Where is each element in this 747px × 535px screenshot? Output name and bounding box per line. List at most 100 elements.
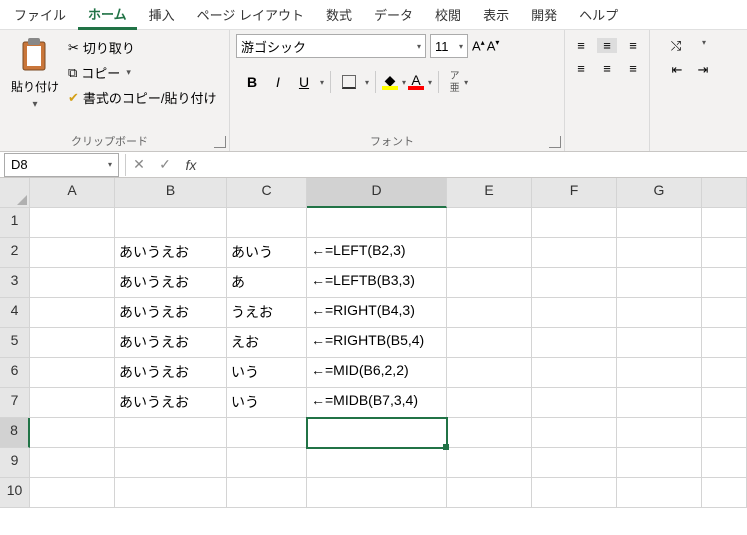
cell-F1[interactable] (532, 208, 617, 238)
cell-B3[interactable]: あいうえお (115, 268, 227, 298)
decrease-indent-icon[interactable]: ⇤ (667, 62, 687, 78)
row-header-1[interactable]: 1 (0, 208, 30, 238)
cell-F4[interactable] (532, 298, 617, 328)
cell-H5[interactable] (702, 328, 747, 358)
cell-C3[interactable]: あ (227, 268, 307, 298)
row-header-4[interactable]: 4 (0, 298, 30, 328)
clipboard-launcher-icon[interactable] (214, 136, 226, 148)
cell-G3[interactable] (617, 268, 702, 298)
orientation-icon[interactable]: ⤭ (666, 38, 686, 54)
cell-A2[interactable] (30, 238, 115, 268)
fx-button[interactable]: fx (178, 157, 204, 173)
cell-E7[interactable] (447, 388, 532, 418)
menu-view[interactable]: 表示 (473, 1, 519, 28)
cell-E1[interactable] (447, 208, 532, 238)
cell-C5[interactable]: えお (227, 328, 307, 358)
cell-C7[interactable]: いう (227, 388, 307, 418)
row-header-8[interactable]: 8 (0, 418, 30, 448)
cell-C9[interactable] (227, 448, 307, 478)
cell-A1[interactable] (30, 208, 115, 238)
cell-C4[interactable]: うえお (227, 298, 307, 328)
enter-formula-button[interactable]: ✓ (152, 156, 178, 173)
name-box-dropdown-icon[interactable]: ▾ (108, 160, 112, 169)
align-left-icon[interactable]: ≡ (571, 61, 591, 76)
cell-A5[interactable] (30, 328, 115, 358)
font-name-dropdown-icon[interactable]: ▾ (417, 42, 421, 51)
cell-H6[interactable] (702, 358, 747, 388)
cell-C8[interactable] (227, 418, 307, 448)
cell-E3[interactable] (447, 268, 532, 298)
formula-input[interactable] (204, 154, 747, 176)
increase-font-icon[interactable]: A▴ (472, 38, 485, 53)
cell-G9[interactable] (617, 448, 702, 478)
cell-D1[interactable] (307, 208, 447, 238)
cell-A7[interactable] (30, 388, 115, 418)
cell-G6[interactable] (617, 358, 702, 388)
cell-G4[interactable] (617, 298, 702, 328)
format-painter-button[interactable]: ✔ 書式のコピー/貼り付け (68, 88, 217, 107)
name-box[interactable]: D8 ▾ (4, 153, 119, 177)
cell-B8[interactable] (115, 418, 227, 448)
font-color-button[interactable]: A (408, 74, 424, 90)
cell-A9[interactable] (30, 448, 115, 478)
col-header-C[interactable]: C (227, 178, 307, 208)
cell-D6[interactable]: ←=MID(B6,2,2) (307, 358, 447, 388)
menu-help[interactable]: ヘルプ (569, 1, 628, 28)
cell-B4[interactable]: あいうえお (115, 298, 227, 328)
col-header-E[interactable]: E (447, 178, 532, 208)
cell-A3[interactable] (30, 268, 115, 298)
cell-B2[interactable]: あいうえお (115, 238, 227, 268)
cut-button[interactable]: ✂ 切り取り (68, 38, 217, 57)
menu-developer[interactable]: 開発 (521, 1, 567, 28)
cell-G5[interactable] (617, 328, 702, 358)
cell-D7[interactable]: ←=MIDB(B7,3,4) (307, 388, 447, 418)
font-color-dropdown-icon[interactable]: ▾ (428, 78, 432, 87)
cell-G10[interactable] (617, 478, 702, 508)
cell-E4[interactable] (447, 298, 532, 328)
cell-B5[interactable]: あいうえお (115, 328, 227, 358)
cell-B10[interactable] (115, 478, 227, 508)
align-center-icon[interactable]: ≡ (597, 61, 617, 76)
underline-dropdown-icon[interactable]: ▾ (320, 78, 324, 87)
menu-file[interactable]: ファイル (4, 1, 76, 28)
cell-H10[interactable] (702, 478, 747, 508)
cell-A6[interactable] (30, 358, 115, 388)
col-header-F[interactable]: F (532, 178, 617, 208)
cell-C1[interactable] (227, 208, 307, 238)
cell-B1[interactable] (115, 208, 227, 238)
cell-G8[interactable] (617, 418, 702, 448)
copy-button[interactable]: ⧉ コピー ▾ (68, 63, 217, 82)
increase-indent-icon[interactable]: ⇥ (693, 62, 713, 78)
cell-C2[interactable]: あいう (227, 238, 307, 268)
menu-insert[interactable]: 挿入 (139, 1, 185, 28)
paste-dropdown-icon[interactable]: ▾ (32, 99, 37, 110)
decrease-font-icon[interactable]: A▾ (487, 38, 500, 53)
spreadsheet-grid[interactable]: A B C D E F G 1 2 あいうえお あいう ←=LEFT(B2,3)… (0, 178, 747, 508)
cell-F8[interactable] (532, 418, 617, 448)
cell-H4[interactable] (702, 298, 747, 328)
cell-H9[interactable] (702, 448, 747, 478)
menu-data[interactable]: データ (364, 1, 423, 28)
row-header-6[interactable]: 6 (0, 358, 30, 388)
row-header-10[interactable]: 10 (0, 478, 30, 508)
italic-button[interactable]: I (266, 70, 290, 94)
cell-C6[interactable]: いう (227, 358, 307, 388)
cell-H7[interactable] (702, 388, 747, 418)
cell-G1[interactable] (617, 208, 702, 238)
cell-E9[interactable] (447, 448, 532, 478)
menu-page-layout[interactable]: ページ レイアウト (187, 1, 314, 28)
font-launcher-icon[interactable] (549, 136, 561, 148)
cell-D2[interactable]: ←=LEFT(B2,3) (307, 238, 447, 268)
border-dropdown-icon[interactable]: ▾ (365, 78, 369, 87)
col-header-B[interactable]: B (115, 178, 227, 208)
cell-E10[interactable] (447, 478, 532, 508)
cell-F2[interactable] (532, 238, 617, 268)
cell-F5[interactable] (532, 328, 617, 358)
border-button[interactable] (337, 70, 361, 94)
fill-color-button[interactable]: ◆ (382, 74, 398, 90)
align-right-icon[interactable]: ≡ (623, 61, 643, 76)
col-header-G[interactable]: G (617, 178, 702, 208)
cell-E8[interactable] (447, 418, 532, 448)
cell-H1[interactable] (702, 208, 747, 238)
cell-B6[interactable]: あいうえお (115, 358, 227, 388)
